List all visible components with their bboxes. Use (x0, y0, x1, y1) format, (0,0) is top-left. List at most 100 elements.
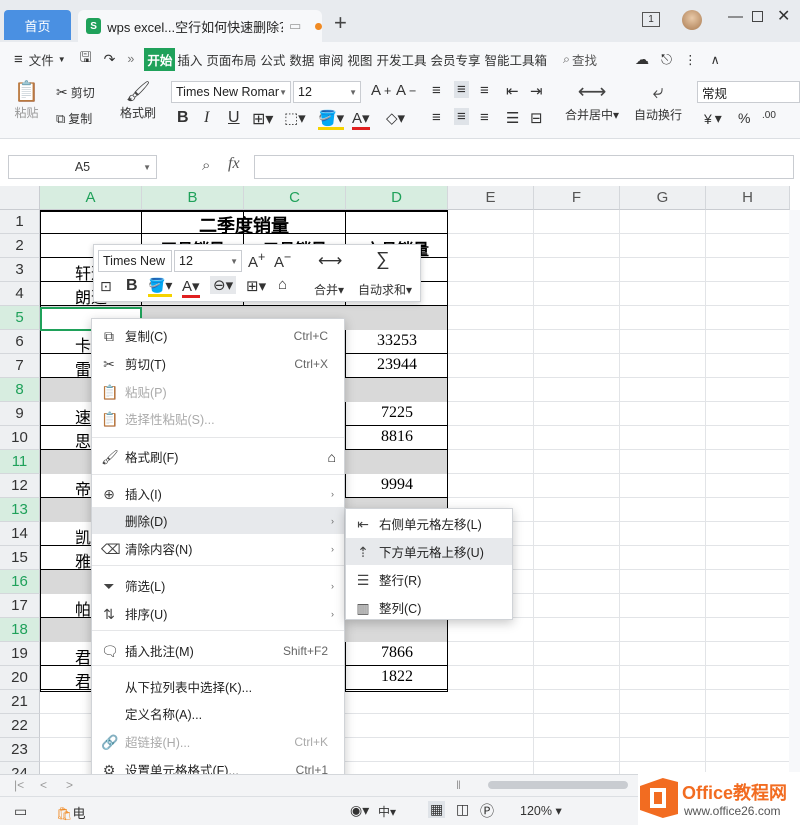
bold-button[interactable]: B (177, 109, 189, 127)
increase-font-icon[interactable]: A+ (371, 82, 391, 99)
new-tab-button[interactable]: + (334, 10, 347, 36)
row-header-10[interactable]: 10 (0, 426, 40, 450)
menu-item-paste-special[interactable]: 📋 选择性粘贴(S)... (92, 405, 344, 432)
vertical-scrollbar[interactable] (789, 210, 800, 778)
close-icon[interactable]: ✕ (777, 6, 790, 26)
avatar[interactable] (682, 10, 702, 30)
align-top-icon[interactable]: ≡ (432, 82, 441, 99)
column-header-b[interactable]: B (142, 186, 244, 210)
align-bottom-icon[interactable]: ≡ (480, 82, 489, 99)
menu-item-eraser[interactable]: ⌫ 清除内容(N) › (92, 535, 344, 562)
merge-icon[interactable]: ⟷ (318, 251, 342, 271)
merge-center-button[interactable]: ⟷ 合并居中▾ (565, 82, 619, 123)
underline-button[interactable]: U (228, 109, 240, 127)
font-name-select[interactable]: Times New Roman ▼ (171, 81, 291, 103)
column-header-f[interactable]: F (534, 186, 620, 210)
search-label[interactable]: 查找 (572, 50, 597, 69)
cloud-icon[interactable]: ☁ (635, 51, 649, 68)
indent-decrease-icon[interactable]: ⇤ (506, 82, 519, 100)
fill-color-icon[interactable]: 🪣▾ (148, 277, 173, 297)
tab-formula[interactable]: 公式 (260, 50, 285, 69)
menu-item-sort[interactable]: ⇅ 排序(U) › (92, 600, 344, 627)
maximize-icon[interactable] (752, 11, 763, 22)
row-header-23[interactable]: 23 (0, 738, 40, 762)
menu-item-copy[interactable]: ⧉ 复制(C) Ctrl+C (92, 322, 344, 349)
fill-color-icon[interactable]: 🪣▾ (318, 109, 345, 130)
select-format-icon[interactable]: ⊡ (100, 278, 112, 295)
mini-bold-button[interactable]: B (126, 277, 138, 295)
row-header-14[interactable]: 14 (0, 522, 40, 546)
formula-input[interactable] (254, 155, 794, 179)
more-options-icon[interactable]: ⋮ (684, 52, 697, 67)
menu-item-paste[interactable]: 📋 粘贴(P) (92, 378, 344, 405)
row-header-12[interactable]: 12 (0, 474, 40, 498)
mini-merge-label[interactable]: 合并▾ (314, 281, 344, 298)
row-header-21[interactable]: 21 (0, 690, 40, 714)
tab-view[interactable]: 视图 (347, 50, 372, 69)
align-middle-icon[interactable]: ≡ (454, 81, 469, 98)
prev-sheet-icon[interactable]: < (40, 778, 47, 792)
next-sheet-icon[interactable]: > (66, 778, 73, 792)
sigma-icon[interactable]: ∑ (376, 249, 390, 271)
collapse-ribbon-icon[interactable]: ∧ (711, 52, 720, 67)
wrap-text-button[interactable]: ⤶ 自动换行 (634, 82, 682, 123)
zoom-level[interactable]: 120% ▾ (520, 803, 562, 818)
row-header-9[interactable]: 9 (0, 402, 40, 426)
percent-button[interactable]: % (738, 110, 750, 126)
fx-icon[interactable]: fx (228, 155, 240, 173)
font-color-icon[interactable]: A▾ (182, 277, 200, 298)
tab-document[interactable]: S wps excel...空行如何快速删除？ ▭ (78, 10, 322, 42)
tab-insert[interactable]: 插入 (177, 50, 202, 69)
submenu-item-shift-left[interactable]: ⇤ 右侧单元格左移(L) (346, 510, 512, 537)
split-handle[interactable]: ‖ (456, 778, 461, 792)
row-header-13[interactable]: 13 (0, 498, 40, 522)
column-header-c[interactable]: C (244, 186, 346, 210)
select-all-corner[interactable] (0, 186, 40, 210)
align-right-icon[interactable]: ≡ (480, 109, 489, 126)
decrease-font-icon[interactable]: A− (396, 82, 416, 99)
tab-start[interactable]: 开始 (144, 47, 176, 71)
search-icon[interactable]: ⌕ (563, 52, 570, 67)
row-header-19[interactable]: 19 (0, 642, 40, 666)
page-layout-icon[interactable]: ◫ (456, 801, 469, 818)
menu-item-comment[interactable]: 🗨 插入批注(M) Shift+F2 (92, 637, 344, 664)
italic-button[interactable]: I (204, 109, 209, 127)
increase-font-icon[interactable]: A+ (248, 250, 265, 271)
tab-smart-tools[interactable]: 智能工具箱 (484, 50, 547, 69)
first-sheet-icon[interactable]: |< (14, 778, 24, 792)
menu-item-filter[interactable]: ⏷ 筛选(L) › (92, 572, 344, 599)
number-format-select[interactable]: 常规 (697, 81, 800, 103)
row-header-22[interactable]: 22 (0, 714, 40, 738)
row-header-8[interactable]: 8 (0, 378, 40, 402)
indent-increase-icon[interactable]: ⇥ (530, 82, 543, 100)
tab-member[interactable]: 会员专享 (430, 50, 480, 69)
input-method[interactable]: 中▾ (378, 803, 396, 820)
decrease-font-icon[interactable]: A− (274, 250, 291, 271)
column-header-d[interactable]: D (346, 186, 448, 210)
row-header-15[interactable]: 15 (0, 546, 40, 570)
align-center-icon[interactable]: ≡ (454, 108, 469, 125)
save-icon[interactable]: 🖫 (80, 47, 92, 71)
column-header-a[interactable]: A (40, 186, 142, 210)
hamburger-icon[interactable]: ≡ (14, 51, 23, 68)
row-header-16[interactable]: 16 (0, 570, 40, 594)
copy-button[interactable]: ⧉ 复制 (56, 110, 92, 127)
column-header-h[interactable]: H (706, 186, 790, 210)
tab-home[interactable]: 首页 (4, 10, 71, 40)
row-header-6[interactable]: 6 (0, 330, 40, 354)
font-size-select[interactable]: 12 ▼ (293, 81, 361, 103)
row-header-7[interactable]: 7 (0, 354, 40, 378)
border-icon[interactable]: ⊞▾ (246, 277, 266, 295)
menu-item-insert[interactable]: ⊕ 插入(I) › (92, 480, 344, 507)
strikethrough-icon[interactable]: ⊖▾ (210, 276, 237, 294)
fill-style-icon[interactable]: ⬚▾ (284, 109, 306, 127)
column-header-e[interactable]: E (448, 186, 534, 210)
font-color-icon[interactable]: A▾ (352, 109, 370, 130)
page-indicator-icon[interactable]: 1 (642, 12, 660, 27)
row-header-18[interactable]: 18 (0, 618, 40, 642)
shop-icon[interactable]: 🛍电 (56, 803, 86, 822)
mini-font-name-select[interactable]: Times New (98, 250, 172, 272)
normal-view-icon[interactable]: ▦ (428, 801, 446, 818)
name-box[interactable]: A5 ▼ (8, 155, 157, 179)
submenu-item-entire-row[interactable]: ☰ 整行(R) (346, 566, 512, 593)
